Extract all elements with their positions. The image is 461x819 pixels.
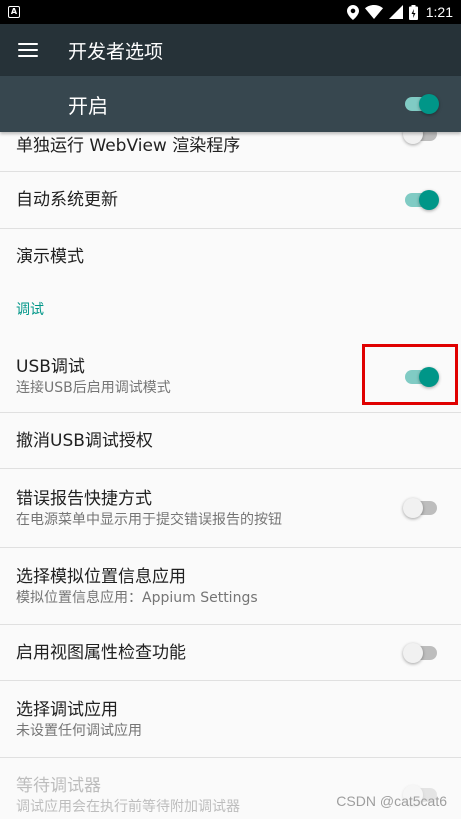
master-switch-bar[interactable]: 开启 — [0, 76, 461, 132]
list-item-usb-debug[interactable]: USB调试 连接USB后启用调试模式 — [0, 341, 461, 413]
status-time: 1:21 — [425, 4, 453, 20]
master-switch-label: 开启 — [68, 93, 108, 118]
battery-icon — [408, 4, 418, 20]
status-icons: 1:21 — [346, 4, 453, 20]
list-item-title: 撤消USB调试授权 — [16, 430, 153, 451]
notification-icon: A — [8, 6, 20, 18]
list-item-title: 演示模式 — [16, 247, 84, 267]
category-header-debug: 调试 — [16, 302, 44, 318]
list-item-demo-mode[interactable]: 演示模式 — [0, 229, 461, 285]
list-item-title: 选择模拟位置信息应用 — [16, 566, 186, 587]
list-item-subtitle: 在电源菜单中显示用于提交错误报告的按钮 — [16, 511, 282, 528]
list-item-bug-report[interactable]: 错误报告快捷方式 在电源菜单中显示用于提交错误报告的按钮 — [0, 469, 461, 548]
list-item-title: USB调试 — [16, 357, 85, 377]
signal-icon — [388, 5, 403, 19]
list-item-revoke-usb[interactable]: 撤消USB调试授权 — [0, 413, 461, 469]
master-switch[interactable] — [403, 94, 439, 114]
list-item-debug-app[interactable]: 选择调试应用 未设置任何调试应用 — [0, 681, 461, 758]
list-item-view-attr[interactable]: 启用视图属性检查功能 — [0, 625, 461, 681]
list-item-title: 自动系统更新 — [16, 190, 118, 210]
usb-debug-switch[interactable] — [403, 366, 439, 387]
list-item-title: 启用视图属性检查功能 — [16, 642, 186, 663]
settings-list: 单独运行 WebView 渲染程序 自动系统更新 演示模式 调试 USB调试 连… — [0, 124, 461, 819]
list-item-title: 单独运行 WebView 渲染程序 — [16, 136, 241, 156]
list-item-wait-debugger: 等待调试器 调试应用会在执行前等待附加调试器 — [0, 758, 461, 819]
wifi-icon — [364, 5, 383, 19]
page-title: 开发者选项 — [68, 40, 164, 63]
watermark: CSDN @cat5cat6 — [336, 793, 447, 809]
status-bar: A 1:21 — [0, 0, 461, 24]
list-item-webview[interactable]: 单独运行 WebView 渲染程序 — [0, 124, 461, 172]
list-item-title: 选择调试应用 — [16, 699, 118, 720]
app-bar: 开发者选项 — [0, 24, 461, 76]
auto-update-switch[interactable] — [403, 190, 439, 210]
view-attr-switch[interactable] — [403, 642, 439, 663]
list-item-subtitle: 模拟位置信息应用：Appium Settings — [16, 589, 258, 606]
list-item-mock-location[interactable]: 选择模拟位置信息应用 模拟位置信息应用：Appium Settings — [0, 548, 461, 625]
list-item-auto-update[interactable]: 自动系统更新 — [0, 172, 461, 229]
list-item-subtitle: 连接USB后启用调试模式 — [16, 380, 171, 396]
list-item-subtitle: 未设置任何调试应用 — [16, 722, 142, 739]
list-item-title: 错误报告快捷方式 — [16, 488, 152, 509]
location-icon — [346, 4, 359, 20]
bug-report-switch[interactable] — [403, 498, 439, 518]
menu-icon[interactable] — [18, 43, 38, 57]
